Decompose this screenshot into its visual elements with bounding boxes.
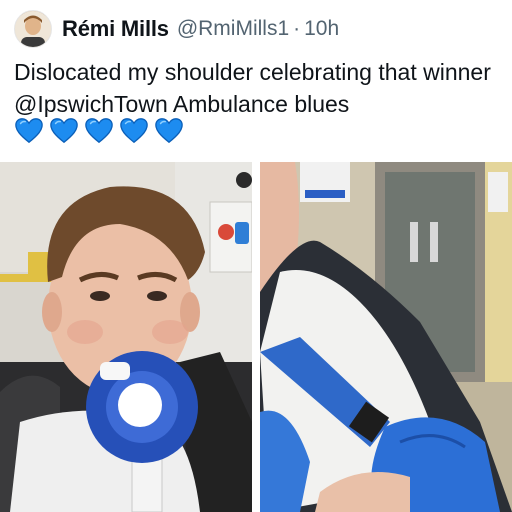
mention-link[interactable]: @IpswichTown: [14, 91, 168, 117]
avatar[interactable]: [14, 10, 52, 48]
media-grid: [0, 162, 512, 512]
emoji-row: [14, 116, 184, 146]
blue-heart-icon: [15, 118, 43, 144]
blue-heart-icon: [120, 118, 148, 144]
author-name[interactable]: Rémi Mills: [62, 16, 169, 42]
tweet-text-part2: Ambulance blues: [167, 91, 350, 117]
blue-heart-icon: [155, 118, 183, 144]
separator-dot: ·: [293, 17, 301, 40]
author-handle[interactable]: @RmiMills1: [177, 17, 289, 41]
blue-heart-icon: [50, 118, 78, 144]
tweet-text: Dislocated my shoulder celebrating that …: [14, 56, 504, 120]
photo-selfie[interactable]: [0, 162, 252, 512]
timestamp[interactable]: 10h: [304, 17, 339, 41]
photo-sling[interactable]: [260, 162, 512, 512]
tweet-text-part1: Dislocated my shoulder celebrating that …: [14, 59, 491, 85]
blue-heart-icon: [85, 118, 113, 144]
tweet-header: Rémi Mills @RmiMills1 · 10h: [14, 10, 339, 48]
